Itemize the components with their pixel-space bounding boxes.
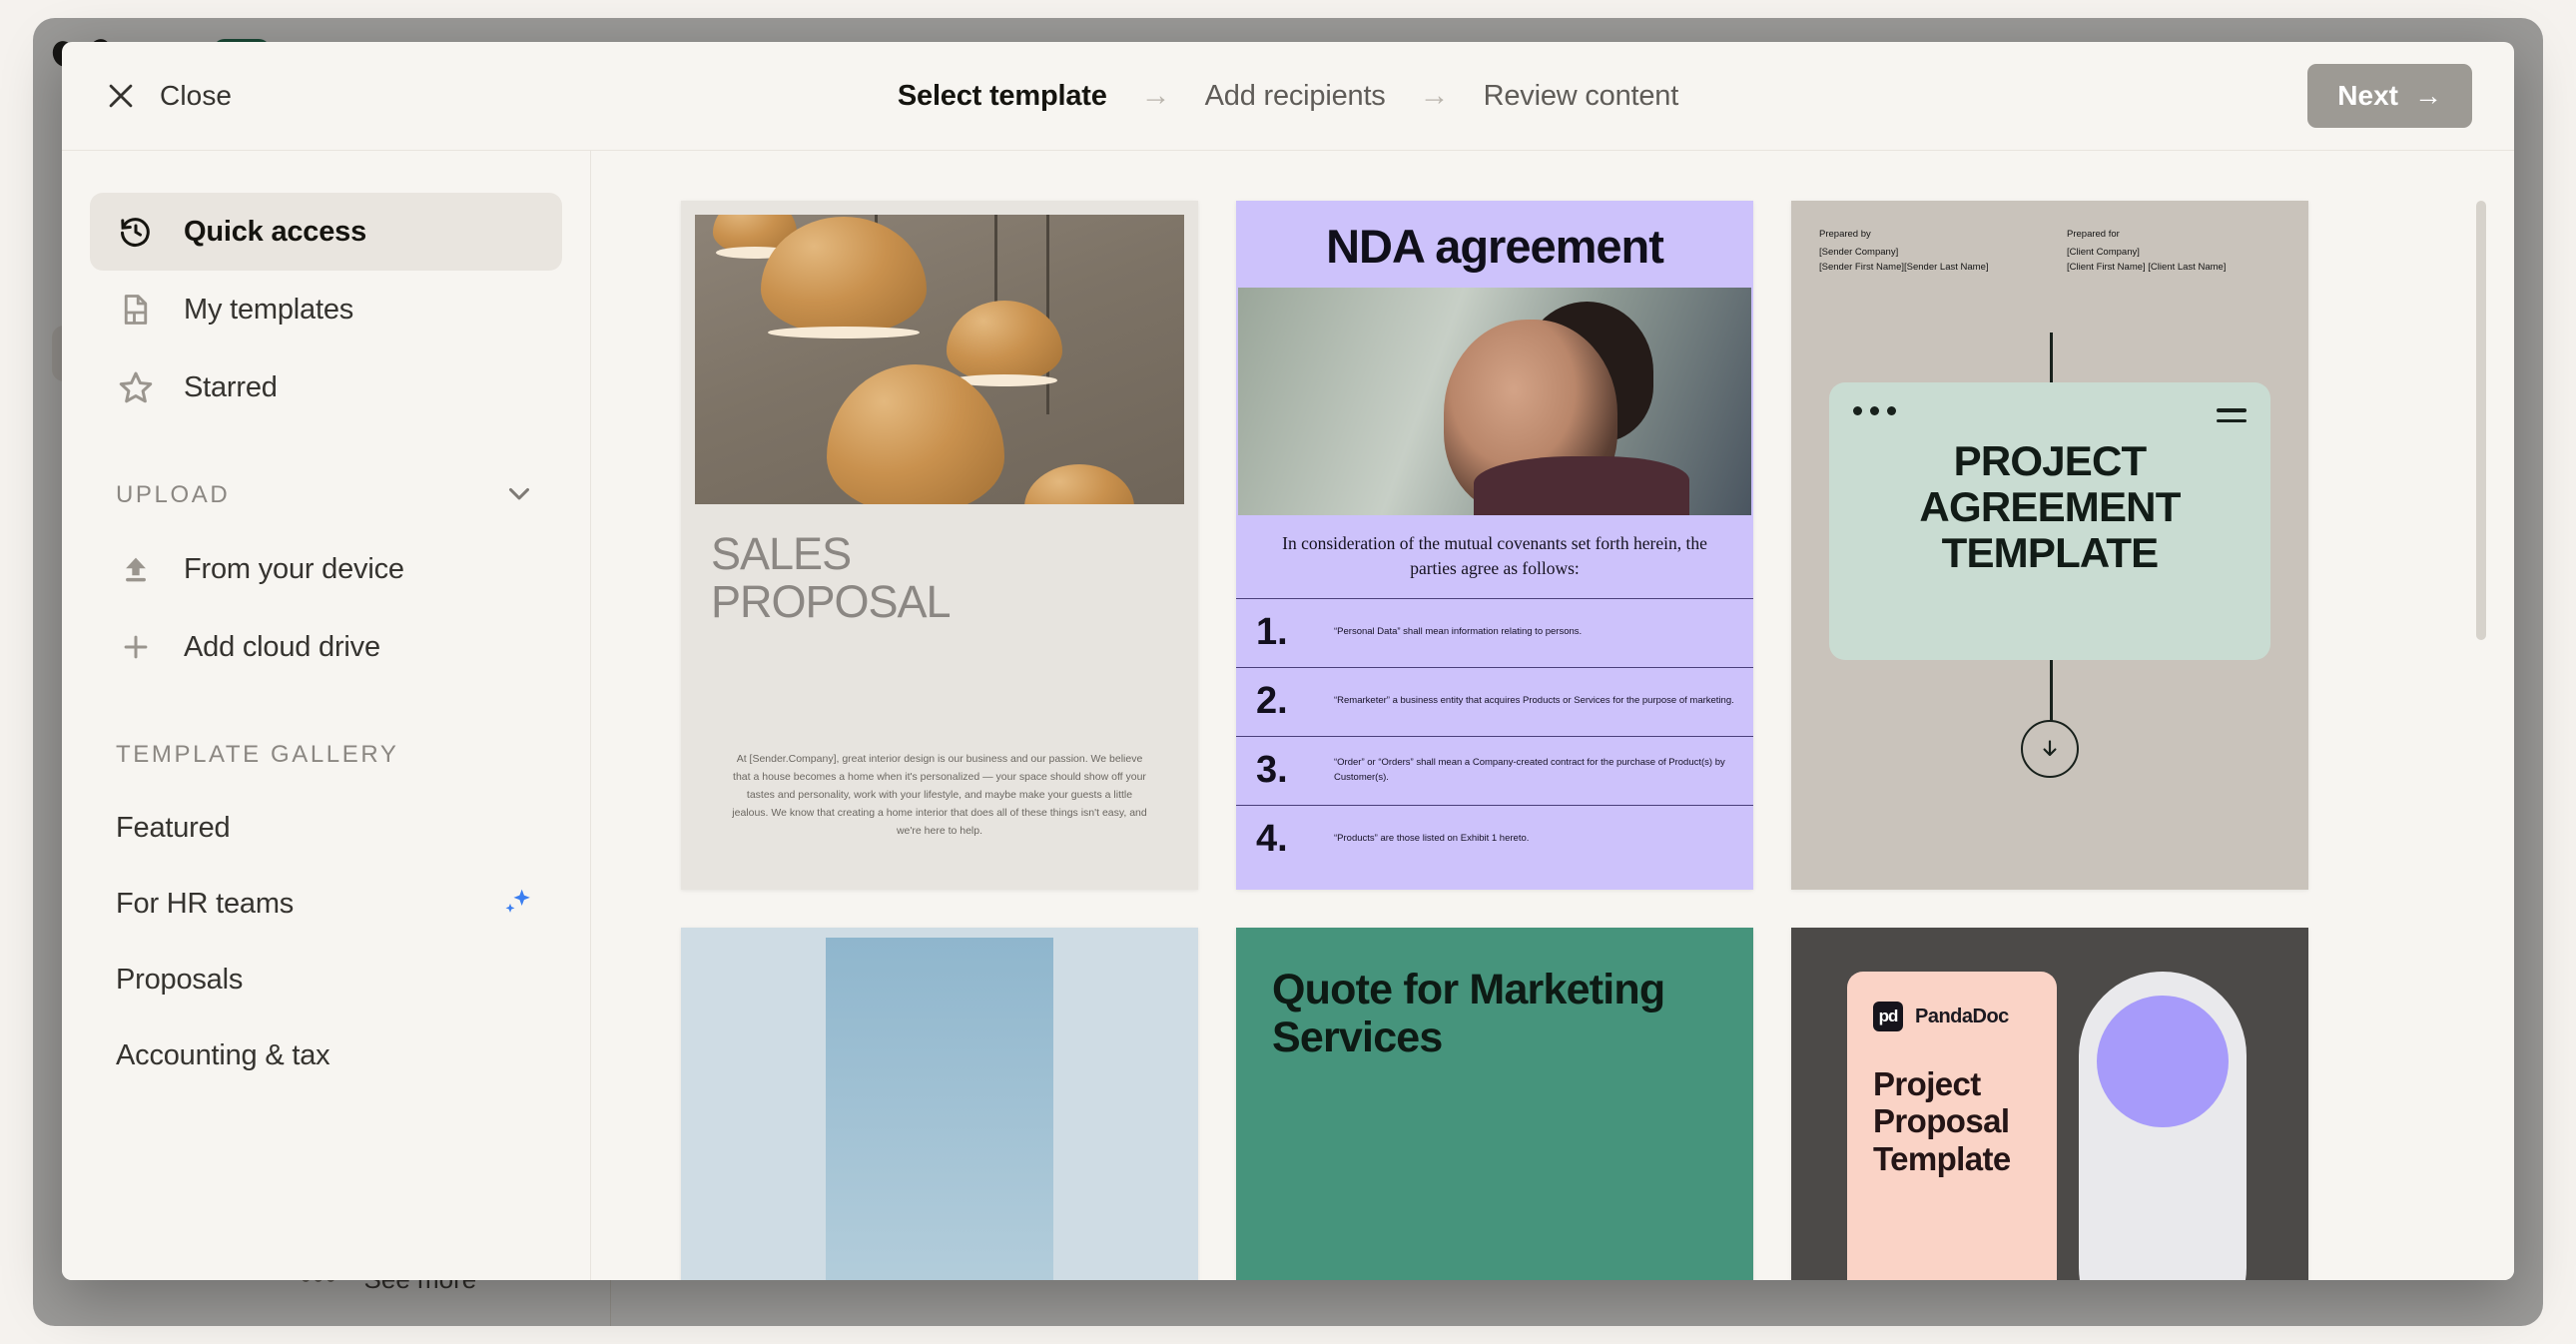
clause-number: 1.	[1256, 611, 1288, 654]
menu-icon	[2217, 408, 2247, 429]
template-cover: pd PandaDoc Project Proposal Template	[1847, 972, 2057, 1280]
next-label: Next	[2337, 80, 2398, 111]
sidebar-item-accounting-tax[interactable]: Accounting & tax	[90, 1017, 562, 1093]
step-arrow-icon-1: →	[1140, 79, 1171, 112]
sidebar-item-label: Accounting & tax	[116, 1038, 330, 1071]
template-thumbnail-image	[826, 938, 1053, 1280]
template-clause-row: 4. “Products” are those listed on Exhibi…	[1236, 804, 1753, 874]
sidebar-item-featured[interactable]: Featured	[90, 790, 562, 866]
template-title: Project Proposal Template	[1873, 1065, 2011, 1177]
template-body-text: At [Sender.Company], great interior desi…	[732, 752, 1147, 837]
template-card-quote-marketing[interactable]: Quote for Marketing Services	[1236, 928, 1753, 1280]
modal-sidebar: Quick access My templates Starred UPLOAD…	[62, 151, 591, 1280]
sidebar-item-label: From your device	[184, 552, 404, 585]
prepared-by-block: Prepared by [Sender Company] [Sender Fir…	[1819, 227, 1989, 276]
sidebar-item-label: Starred	[184, 370, 278, 403]
next-button[interactable]: Next →	[2307, 64, 2472, 128]
prepared-by-company: [Sender Company]	[1819, 247, 1899, 259]
template-decorative-shape	[2079, 972, 2247, 1280]
prepared-for-name: [Client First Name] [Client Last Name]	[2067, 262, 2227, 274]
sidebar-group-template-gallery: TEMPLATE GALLERY	[90, 720, 562, 790]
template-clause-row: 2. “Remarketer” a business entity that a…	[1236, 666, 1753, 736]
prepared-for-block: Prepared for [Client Company] [Client Fi…	[2067, 227, 2226, 276]
template-title: SALES PROPOSAL	[711, 528, 952, 627]
template-thumbnail-image	[1238, 288, 1751, 515]
close-button[interactable]: Close	[104, 79, 232, 113]
template-clause-row: 3. “Order” or “Orders” shall mean a Comp…	[1236, 735, 1753, 805]
arrow-right-icon: →	[2414, 80, 2442, 111]
clause-number: 2.	[1256, 680, 1288, 723]
prepared-for-company: [Client Company]	[2067, 247, 2140, 259]
template-card-nda-agreement[interactable]: NDA agreement In consideration of the mu…	[1236, 201, 1753, 890]
template-card-beach[interactable]	[681, 928, 1198, 1280]
sidebar-item-quick-access[interactable]: Quick access	[90, 193, 562, 271]
template-card-project-agreement[interactable]: Prepared by [Sender Company] [Sender Fir…	[1791, 201, 2308, 890]
plus-icon	[116, 627, 156, 667]
template-file-icon	[116, 290, 156, 330]
sidebar-item-label: Proposals	[116, 963, 244, 996]
clause-number: 3.	[1256, 749, 1288, 792]
sidebar-item-label: For HR teams	[116, 887, 295, 920]
sidebar-item-add-cloud-drive[interactable]: Add cloud drive	[90, 608, 562, 686]
modal-header: Close Select template → Add recipients →…	[62, 42, 2514, 151]
pandadoc-logo-icon: pd	[1873, 1002, 1903, 1031]
template-graphic	[1236, 928, 1753, 1280]
sidebar-item-for-hr-teams[interactable]: For HR teams	[90, 866, 562, 942]
prepared-by-name: [Sender First Name][Sender Last Name]	[1819, 262, 1989, 274]
modal-body: Quick access My templates Starred UPLOAD…	[62, 151, 2514, 1280]
step-review-content[interactable]: Review content	[1484, 80, 1679, 113]
download-circle-icon	[2021, 720, 2079, 778]
sidebar-group-upload[interactable]: UPLOAD	[90, 460, 562, 530]
wizard-stepper: Select template → Add recipients → Revie…	[62, 42, 2514, 150]
template-thumbnail-image	[695, 215, 1184, 504]
template-lead-text: In consideration of the mutual covenants…	[1282, 533, 1707, 579]
ai-sparkle-icon	[496, 882, 536, 927]
close-label: Close	[160, 80, 233, 111]
sidebar-item-starred[interactable]: Starred	[90, 348, 562, 426]
gallery-scrollbar[interactable]	[2476, 183, 2486, 1248]
step-add-recipients[interactable]: Add recipients	[1205, 80, 1386, 113]
template-card-project-proposal[interactable]: pd PandaDoc Project Proposal Template	[1791, 928, 2308, 1280]
step-select-template[interactable]: Select template	[898, 80, 1107, 113]
prepared-for-label: Prepared for	[2067, 229, 2120, 240]
history-clock-icon	[116, 212, 156, 252]
upload-icon	[116, 549, 156, 589]
brand-name: PandaDoc	[1915, 1005, 2009, 1027]
clause-text: “Remarketer” a business entity that acqu…	[1334, 695, 1734, 707]
template-clause-row: 1. “Personal Data” shall mean informatio…	[1236, 597, 1753, 667]
template-gallery: SALES PROPOSAL At [Sender.Company], grea…	[591, 151, 2514, 1280]
clause-text: “Products” are those listed on Exhibit 1…	[1334, 833, 1530, 845]
step-arrow-icon-2: →	[1419, 79, 1450, 112]
chevron-down-icon[interactable]	[502, 476, 536, 515]
template-card-sales-proposal[interactable]: SALES PROPOSAL At [Sender.Company], grea…	[681, 201, 1198, 890]
brand-row: pd PandaDoc	[1873, 1002, 2031, 1031]
sidebar-item-label: Add cloud drive	[184, 630, 380, 663]
template-grid: SALES PROPOSAL At [Sender.Company], grea…	[591, 201, 2514, 1280]
sidebar-item-label: Featured	[116, 811, 231, 844]
screen: Documents My templates Search	[0, 0, 2576, 1344]
sidebar-group-title: UPLOAD	[116, 481, 231, 508]
window-dots-icon	[1853, 406, 1896, 415]
template-title-panel: PROJECT AGREEMENT TEMPLATE	[1829, 382, 2270, 660]
close-icon	[109, 84, 133, 108]
clause-text: “Personal Data” shall mean information r…	[1334, 626, 1583, 638]
select-template-modal: Close Select template → Add recipients →…	[62, 42, 2514, 1280]
gallery-scrollbar-thumb[interactable]	[2476, 201, 2486, 640]
sidebar-item-label: My templates	[184, 293, 354, 326]
sidebar-item-from-your-device[interactable]: From your device	[90, 530, 562, 608]
template-title: NDA agreement	[1326, 220, 1664, 273]
sidebar-item-label: Quick access	[184, 215, 367, 248]
sidebar-group-title: TEMPLATE GALLERY	[116, 741, 399, 768]
clause-number: 4.	[1256, 818, 1288, 861]
star-icon	[116, 367, 156, 407]
prepared-by-label: Prepared by	[1819, 229, 1871, 240]
sidebar-item-proposals[interactable]: Proposals	[90, 942, 562, 1017]
sidebar-item-my-templates[interactable]: My templates	[90, 271, 562, 348]
clause-text: “Order” or “Orders” shall mean a Company…	[1334, 757, 1725, 783]
